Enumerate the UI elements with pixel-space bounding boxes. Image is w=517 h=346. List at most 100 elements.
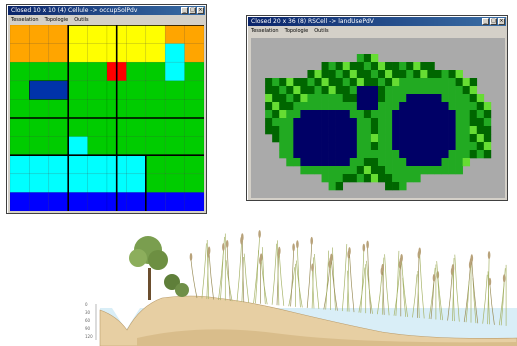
raster-cell	[413, 86, 421, 95]
grid-cell	[87, 154, 108, 175]
raster-cell	[427, 78, 435, 87]
raster-cell	[427, 134, 435, 143]
raster-cell	[434, 102, 442, 111]
minimize-button[interactable]: _	[181, 7, 188, 14]
menu-bar: Tesselation Topologie Outils	[9, 16, 204, 24]
raster-cell	[272, 94, 280, 103]
grid-cell	[87, 192, 108, 211]
raster-cell	[349, 62, 358, 71]
grid-cell	[67, 136, 88, 156]
reed-plume	[451, 264, 455, 273]
title-bar[interactable]: Closed 10 x 10 (4) Cellule -> occupSolPd…	[8, 6, 205, 15]
grid-cell	[126, 117, 147, 137]
raster-cell	[363, 126, 372, 135]
raster-cell	[307, 110, 315, 119]
raster-cell	[378, 102, 386, 111]
raster-cell	[483, 110, 492, 119]
raster-cell	[293, 94, 301, 103]
maximize-button[interactable]: □	[490, 18, 497, 25]
raster-cell	[385, 70, 393, 79]
raster-cell	[455, 126, 463, 135]
grid-cell	[184, 192, 204, 211]
raster-cell	[314, 86, 322, 95]
menu-tesselation[interactable]: Tesselation	[11, 16, 39, 24]
raster-cell	[307, 158, 315, 167]
grid-cell	[164, 154, 185, 175]
raster-cell	[406, 102, 414, 111]
maximize-button[interactable]: □	[189, 7, 196, 14]
grid-cell	[67, 117, 88, 137]
raster-cell	[420, 134, 428, 143]
raster-cell	[328, 70, 336, 79]
grid-cell	[29, 99, 50, 119]
reed-plume	[296, 240, 299, 249]
grid-window-20x36[interactable]: Closed 20 x 36 (8) RSCell -> landUsePdV …	[246, 15, 508, 201]
reed-plume	[400, 253, 403, 262]
raster-cell	[272, 102, 280, 111]
raster-cell	[406, 70, 414, 79]
raster-cell	[462, 142, 471, 151]
grid-cell	[10, 99, 30, 119]
reed-plume	[348, 247, 351, 256]
grid-cell	[184, 80, 204, 100]
raster-cell	[272, 86, 280, 95]
raster-cell	[399, 78, 407, 87]
grid-cell	[29, 61, 50, 82]
menu-topologie[interactable]: Topologie	[45, 16, 69, 24]
raster-cell	[293, 118, 301, 127]
raster-cell	[314, 166, 322, 175]
raster-cell	[392, 102, 400, 111]
close-button[interactable]: ×	[498, 18, 505, 25]
raster-cell	[328, 118, 336, 127]
raster-cell	[462, 110, 471, 119]
grid-window-10x10[interactable]: Closed 10 x 10 (4) Cellule -> occupSolPd…	[6, 4, 207, 214]
raster-cell	[434, 142, 442, 151]
raster-cell	[314, 94, 322, 103]
title-bar[interactable]: Closed 20 x 36 (8) RSCell -> landUsePdV …	[248, 17, 506, 26]
raster-cell	[462, 94, 471, 103]
raster-cell	[406, 94, 414, 103]
grid-cell	[48, 43, 69, 63]
raster-cell	[342, 110, 351, 119]
raster-cell	[399, 126, 407, 135]
raster-cell	[427, 166, 435, 175]
menu-outils[interactable]: Outils	[74, 16, 88, 24]
menu-topologie[interactable]: Topologie	[285, 27, 309, 35]
grid-cell	[48, 192, 69, 211]
raster-cell	[349, 166, 358, 175]
raster-cell	[385, 142, 393, 151]
raster-cell	[378, 174, 386, 183]
raster-cell	[370, 118, 379, 127]
raster-cell	[413, 94, 421, 103]
close-button[interactable]: ×	[197, 7, 204, 14]
raster-cell	[335, 86, 344, 95]
menu-tesselation[interactable]: Tesselation	[251, 27, 279, 35]
raster-cell	[349, 78, 358, 87]
raster-cell	[342, 70, 351, 79]
grid-cell	[126, 43, 147, 63]
raster-cell	[342, 150, 351, 159]
land-use-canvas[interactable]	[251, 38, 505, 198]
raster-cell	[363, 78, 372, 87]
raster-cell	[427, 158, 435, 167]
raster-cell	[448, 158, 456, 167]
window-controls: _ □ ×	[482, 18, 505, 25]
raster-cell	[328, 126, 336, 135]
raster-cell	[413, 134, 421, 143]
grid-canvas-10x10[interactable]	[10, 25, 204, 211]
minimize-button[interactable]: _	[482, 18, 489, 25]
raster-cell	[279, 118, 287, 127]
raster-cell	[321, 118, 329, 127]
raster-cell	[448, 126, 456, 135]
raster-cell	[448, 86, 456, 95]
raster-cell	[286, 86, 294, 95]
menu-outils[interactable]: Outils	[314, 27, 328, 35]
grid-cell	[164, 25, 185, 44]
grid-cell	[87, 99, 108, 119]
raster-cell	[406, 134, 414, 143]
raster-cell	[265, 118, 273, 127]
raster-cell	[462, 78, 471, 87]
grid-cell	[10, 61, 30, 82]
raster-cell	[392, 110, 400, 119]
raster-cell	[356, 102, 365, 111]
